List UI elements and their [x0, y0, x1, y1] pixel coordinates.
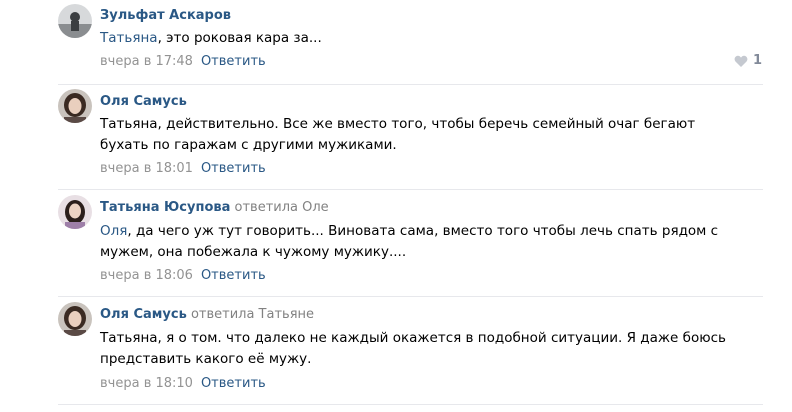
comment-body-line: Татьяна, действительно. Все же вместо то…	[100, 116, 696, 132]
comment-author[interactable]: Татьяна Юсупова	[100, 200, 230, 215]
reply-button[interactable]: Ответить	[201, 376, 266, 391]
comment-date[interactable]: вчера в 18:01	[100, 161, 193, 176]
comment-author[interactable]: Оля Самусь	[100, 94, 187, 109]
mention-link[interactable]: Татьяна	[100, 30, 158, 46]
comment-body: , это роковая кара за...	[157, 30, 322, 46]
mention-link[interactable]: Оля	[100, 223, 127, 239]
heart-icon	[734, 55, 748, 67]
comment-body-line: Татьяна, я о том. что далеко не каждый о…	[100, 330, 726, 346]
avatar[interactable]	[58, 89, 92, 123]
comment-body-line: мужем, она побежала к чужому мужику....	[100, 244, 407, 260]
reply-to-label[interactable]: ответила Оле	[235, 200, 329, 215]
reply-button[interactable]: Ответить	[201, 161, 266, 176]
comment-text: Татьяна, действительно. Все же вместо то…	[100, 114, 760, 156]
like-count: 1	[752, 53, 762, 68]
comments-list: Зульфат Аскаров Татьяна, это роковая кар…	[0, 0, 792, 412]
comment-text: Татьяна, я о том. что далеко не каждый о…	[100, 328, 760, 370]
reply-button[interactable]: Ответить	[201, 54, 266, 69]
separator	[58, 296, 763, 297]
avatar[interactable]	[58, 4, 92, 38]
reply-button[interactable]: Ответить	[201, 268, 266, 283]
comment-author[interactable]: Зульфат Аскаров	[100, 8, 231, 23]
reply-to-label[interactable]: ответила Татьяне	[191, 307, 314, 322]
comment-author[interactable]: Оля Самусь	[100, 307, 187, 322]
comment-date[interactable]: вчера в 18:10	[100, 376, 193, 391]
comment-text: Татьяна, это роковая кара за...	[100, 28, 760, 49]
comment-body-line: , да чего уж тут говорить... Виновата са…	[127, 223, 719, 239]
separator	[58, 189, 763, 190]
comment-body-line: представить какого её мужу.	[100, 351, 312, 367]
avatar[interactable]	[58, 302, 92, 336]
avatar[interactable]	[58, 195, 92, 229]
separator	[58, 84, 763, 85]
separator	[58, 404, 763, 405]
comment-date[interactable]: вчера в 17:48	[100, 54, 193, 69]
comment-body-line: бухать по гаражам с другими мужиками.	[100, 137, 397, 153]
like-button[interactable]: 1	[734, 53, 762, 68]
comment-date[interactable]: вчера в 18:06	[100, 268, 193, 283]
comment-text: Оля, да чего уж тут говорить... Виновата…	[100, 221, 760, 263]
